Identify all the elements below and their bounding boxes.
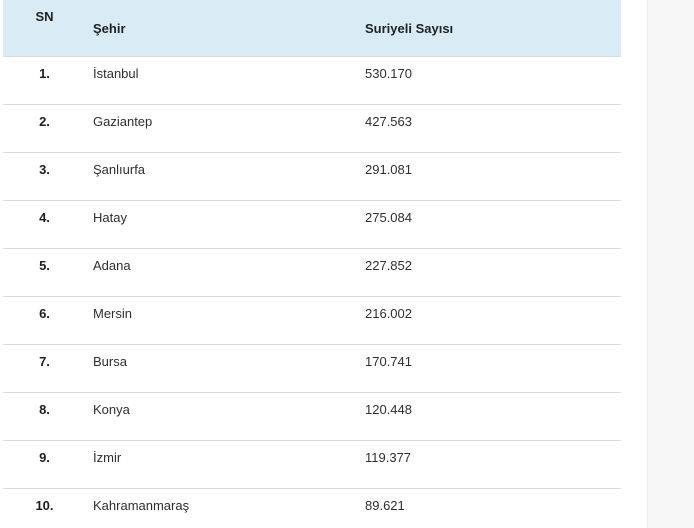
- header-sn: SN: [3, 0, 86, 57]
- table-row: 7. Bursa 170.741: [3, 344, 621, 393]
- row-city: Hatay: [86, 200, 365, 249]
- row-city: İstanbul: [86, 56, 365, 105]
- syrian-population-table: SN Şehir Suriyeli Sayısı 1. İstanbul 530…: [3, 0, 621, 528]
- row-sn: 8.: [3, 392, 86, 441]
- row-city: Bursa: [86, 344, 365, 393]
- row-city: Kahramanmaraş: [86, 488, 365, 528]
- row-count: 120.448: [365, 392, 621, 441]
- right-gutter: [647, 0, 694, 528]
- table-row: 10. Kahramanmaraş 89.621: [3, 488, 621, 528]
- row-city: İzmir: [86, 440, 365, 489]
- row-count: 427.563: [365, 104, 621, 153]
- row-sn: 3.: [3, 152, 86, 201]
- row-sn: 9.: [3, 440, 86, 489]
- row-city: Adana: [86, 248, 365, 297]
- row-count: 227.852: [365, 248, 621, 297]
- table-row: 5. Adana 227.852: [3, 248, 621, 297]
- row-sn: 10.: [3, 488, 86, 528]
- header-row: SN Şehir Suriyeli Sayısı: [3, 0, 621, 57]
- table-row: 8. Konya 120.448: [3, 392, 621, 441]
- row-city: Gaziantep: [86, 104, 365, 153]
- table-row: 2. Gaziantep 427.563: [3, 104, 621, 153]
- table-row: 9. İzmir 119.377: [3, 440, 621, 489]
- row-city: Konya: [86, 392, 365, 441]
- header-count: Suriyeli Sayısı: [365, 0, 621, 57]
- row-city: Mersin: [86, 296, 365, 345]
- row-count: 216.002: [365, 296, 621, 345]
- row-count: 291.081: [365, 152, 621, 201]
- header-city: Şehir: [86, 0, 365, 57]
- table-row: 6. Mersin 216.002: [3, 296, 621, 345]
- row-sn: 2.: [3, 104, 86, 153]
- table-body: 1. İstanbul 530.170 2. Gaziantep 427.563…: [3, 56, 621, 528]
- row-count: 119.377: [365, 440, 621, 489]
- page: SN Şehir Suriyeli Sayısı 1. İstanbul 530…: [0, 0, 694, 528]
- row-count: 275.084: [365, 200, 621, 249]
- row-city: Şanlıurfa: [86, 152, 365, 201]
- table-header: SN Şehir Suriyeli Sayısı: [3, 0, 621, 57]
- table-row: 4. Hatay 275.084: [3, 200, 621, 249]
- row-sn: 6.: [3, 296, 86, 345]
- row-sn: 5.: [3, 248, 86, 297]
- row-count: 89.621: [365, 488, 621, 528]
- table-row: 1. İstanbul 530.170: [3, 56, 621, 105]
- row-count: 170.741: [365, 344, 621, 393]
- row-sn: 4.: [3, 200, 86, 249]
- row-sn: 1.: [3, 56, 86, 105]
- table-row: 3. Şanlıurfa 291.081: [3, 152, 621, 201]
- row-sn: 7.: [3, 344, 86, 393]
- row-count: 530.170: [365, 56, 621, 105]
